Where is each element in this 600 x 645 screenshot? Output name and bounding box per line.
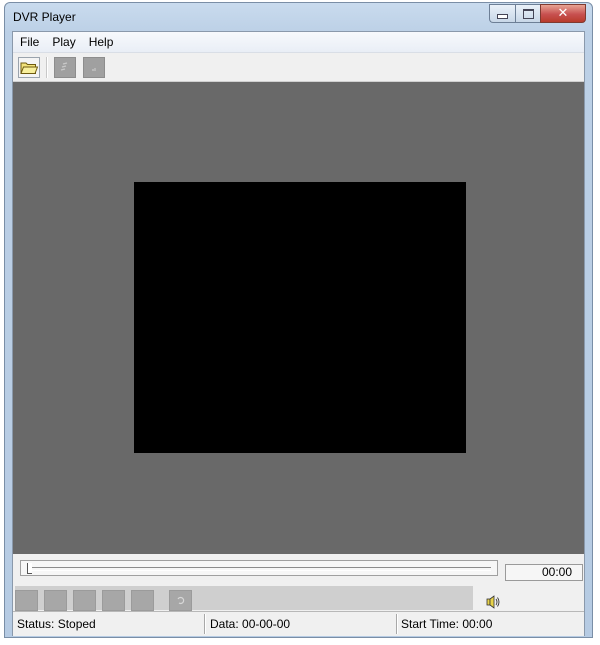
seek-track-line (29, 567, 491, 571)
open-file-button[interactable] (18, 57, 40, 78)
video-screen[interactable] (134, 182, 466, 453)
volume-button[interactable] (485, 594, 501, 610)
minimize-icon (497, 14, 508, 19)
seek-thumb[interactable] (27, 563, 32, 574)
status-divider (396, 614, 398, 634)
seek-panel: 00:00 (13, 554, 584, 584)
minimize-button[interactable] (489, 4, 515, 23)
app-window: DVR Player ✕ File Play Help 00:00 Status… (4, 2, 593, 638)
snapshot-button[interactable] (54, 57, 76, 78)
seek-slider[interactable] (20, 560, 498, 576)
menu-file[interactable]: File (14, 32, 45, 52)
close-icon: ✕ (557, 6, 569, 21)
speaker-icon (486, 595, 500, 609)
fast-button[interactable] (131, 590, 154, 611)
status-divider (204, 614, 206, 634)
toolbar (13, 53, 584, 82)
menu-help[interactable]: Help (83, 32, 120, 52)
slow-button[interactable] (102, 590, 125, 611)
title-bar[interactable]: DVR Player ✕ (5, 3, 592, 31)
snapshot-icon (60, 62, 68, 71)
stop-button[interactable] (73, 590, 96, 611)
data-text: Data: 00-00-00 (210, 617, 291, 631)
export-button[interactable] (83, 57, 105, 78)
window-title: DVR Player (13, 10, 76, 24)
client-area: File Play Help 00:00 Status: Stoped Data… (12, 31, 585, 636)
status-bar: Status: Stoped Data: 00-00-00 Start Time… (13, 611, 584, 636)
controls-strip (15, 586, 473, 611)
start-time-text: Start Time: 00:00 (401, 617, 493, 631)
status-text: Status: Stoped (17, 617, 96, 631)
play-button[interactable] (15, 590, 38, 611)
export-icon (92, 68, 96, 71)
maximize-button[interactable] (515, 4, 540, 23)
refresh-button[interactable] (169, 590, 192, 611)
playback-controls (13, 584, 584, 611)
caption-buttons: ✕ (489, 4, 586, 23)
folder-open-icon (20, 62, 39, 74)
toolbar-separator (46, 57, 48, 78)
pause-button[interactable] (44, 590, 67, 611)
close-button[interactable]: ✕ (540, 4, 586, 23)
menu-bar: File Play Help (13, 32, 584, 53)
menu-play[interactable]: Play (46, 32, 81, 52)
maximize-icon (522, 8, 534, 19)
refresh-icon (177, 596, 185, 605)
time-display: 00:00 (505, 564, 583, 581)
video-area (13, 82, 584, 554)
